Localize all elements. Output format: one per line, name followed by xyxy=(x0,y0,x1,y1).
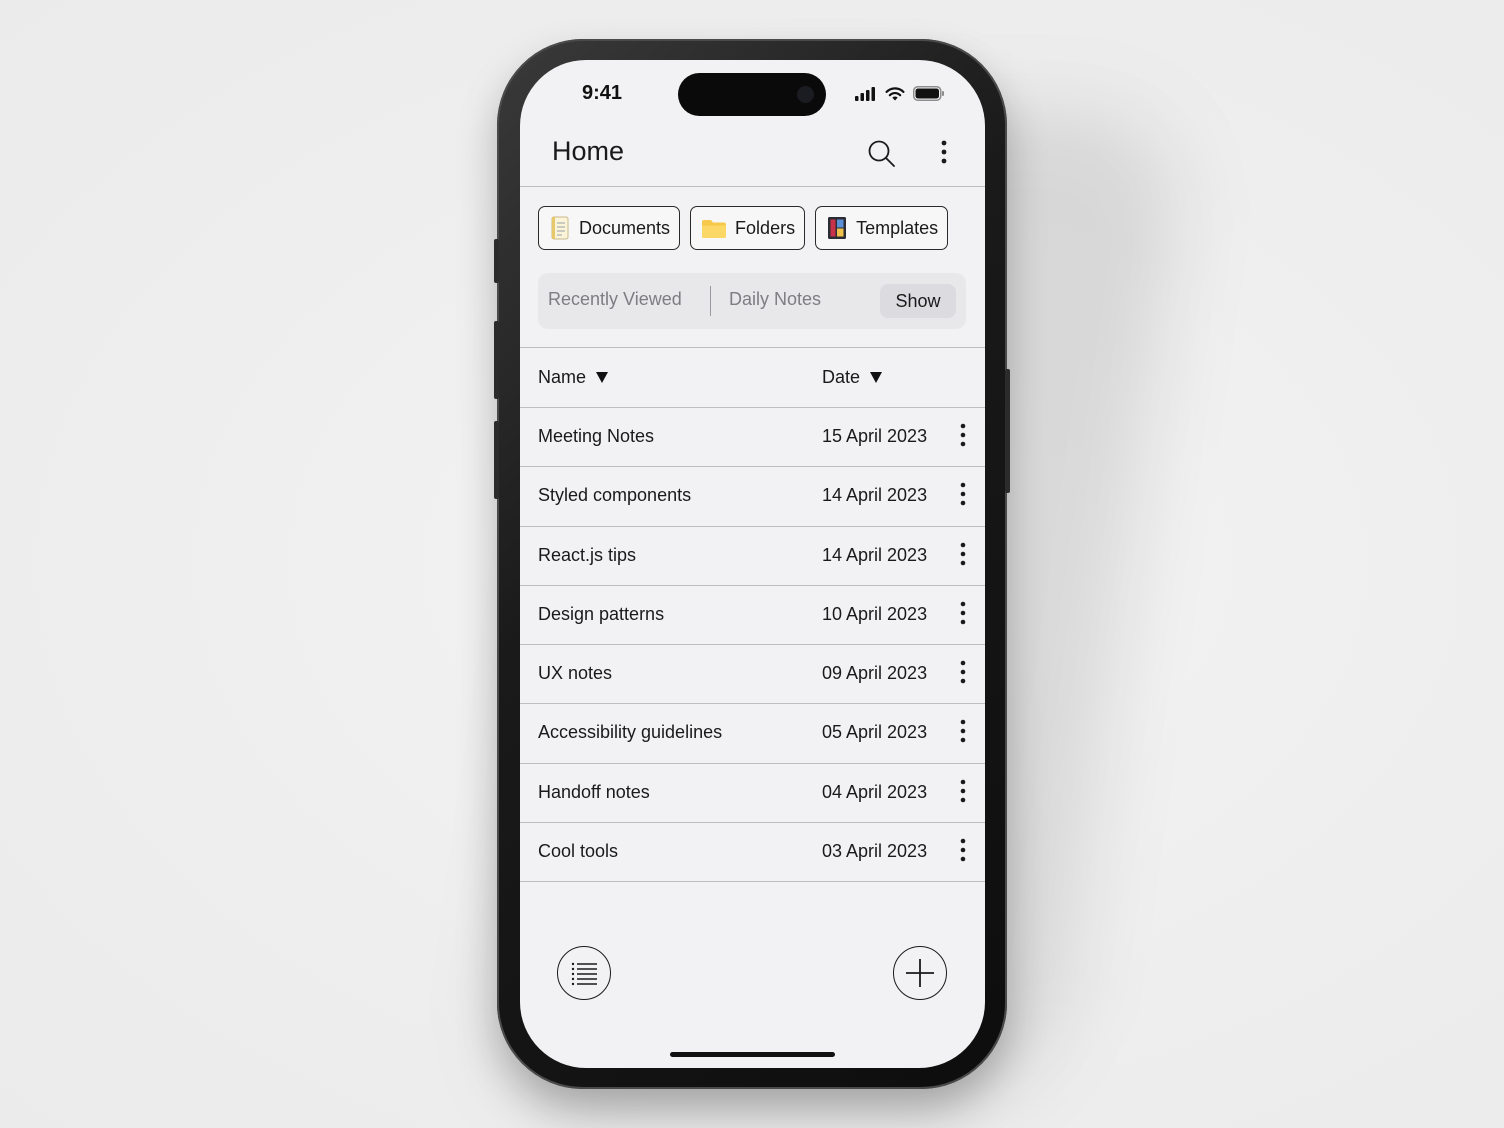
chip-folders[interactable]: Folders xyxy=(690,206,806,250)
more-vertical-icon xyxy=(960,660,966,684)
row-date: 14 April 2023 xyxy=(822,544,928,565)
column-name-sort[interactable]: Name xyxy=(538,367,609,388)
row-more-button[interactable] xyxy=(956,422,970,452)
status-bar: 9:41 xyxy=(520,60,985,130)
more-vertical-icon xyxy=(960,423,966,447)
status-time: 9:41 xyxy=(582,82,623,104)
table-row[interactable]: Design patterns 10 April 2023 xyxy=(520,586,985,646)
row-name: Styled components xyxy=(538,485,692,506)
phone-screen: 9:41 Home Documents Folders Templates Re… xyxy=(520,60,985,1068)
status-icons xyxy=(855,86,945,101)
tab-recently-viewed[interactable]: Recently Viewed xyxy=(548,289,682,310)
volume-up-button xyxy=(494,321,499,399)
row-more-button[interactable] xyxy=(956,481,970,511)
plus-icon xyxy=(906,959,934,987)
more-vertical-icon xyxy=(960,542,966,565)
row-name: Cool tools xyxy=(538,841,619,862)
battery-icon xyxy=(913,86,944,101)
add-document-button[interactable] xyxy=(893,946,947,1000)
sort-down-icon xyxy=(596,372,609,383)
row-name: React.js tips xyxy=(538,544,637,565)
chip-templates-label: Templates xyxy=(856,217,939,238)
more-vertical-icon xyxy=(960,601,966,625)
table-row[interactable]: Cool tools 03 April 2023 xyxy=(520,823,985,883)
row-more-button[interactable] xyxy=(956,718,970,748)
document-icon xyxy=(551,216,569,240)
dynamic-island xyxy=(678,73,826,116)
page-title: Home xyxy=(552,136,625,166)
list-view-button[interactable] xyxy=(557,946,611,1000)
search-button[interactable] xyxy=(866,138,898,170)
background: 9:41 Home Documents Folders Templates Re… xyxy=(0,0,1504,1128)
column-date-sort[interactable]: Date xyxy=(822,367,883,388)
row-name: Handoff notes xyxy=(538,781,650,802)
tab-daily-notes[interactable]: Daily Notes xyxy=(729,289,821,310)
table-row[interactable]: Accessibility guidelines 05 April 2023 xyxy=(520,704,985,764)
row-more-button[interactable] xyxy=(956,541,970,571)
segment-divider xyxy=(710,286,711,316)
more-vertical-icon xyxy=(941,140,947,164)
chip-folders-label: Folders xyxy=(735,217,796,238)
table-row[interactable]: Handoff notes 04 April 2023 xyxy=(520,764,985,824)
folder-icon xyxy=(702,220,727,238)
signal-icon xyxy=(855,86,875,101)
app-header: Home xyxy=(520,130,985,187)
row-more-button[interactable] xyxy=(956,600,970,630)
row-more-button[interactable] xyxy=(956,837,970,867)
sort-down-icon xyxy=(870,372,883,383)
column-date-label: Date xyxy=(822,367,861,387)
filter-segment: Recently Viewed Daily Notes Show xyxy=(538,273,966,329)
home-indicator xyxy=(670,1052,835,1057)
chip-documents-label: Documents xyxy=(579,217,671,238)
documents-table: Name Date Meeting Notes 15 April 2023 Styl… xyxy=(520,347,985,883)
row-date: 04 April 2023 xyxy=(822,781,928,802)
row-date: 09 April 2023 xyxy=(822,663,928,684)
row-date: 15 April 2023 xyxy=(822,426,928,446)
chip-documents[interactable]: Documents xyxy=(538,206,681,250)
front-camera xyxy=(797,86,814,103)
row-date: 05 April 2023 xyxy=(822,722,928,743)
wifi-icon xyxy=(885,86,905,100)
row-name: Meeting Notes xyxy=(538,426,655,446)
search-icon xyxy=(868,140,895,167)
table-header: Name Date xyxy=(520,347,985,408)
more-vertical-icon xyxy=(960,482,966,506)
more-vertical-icon xyxy=(960,779,966,803)
row-name: Accessibility guidelines xyxy=(538,722,723,743)
table-row[interactable]: Meeting Notes 15 April 2023 xyxy=(520,408,985,468)
table-row[interactable]: React.js tips 14 April 2023 xyxy=(520,527,985,586)
show-button[interactable]: Show xyxy=(880,284,956,318)
column-name-label: Name xyxy=(538,367,587,387)
power-button xyxy=(1005,369,1010,493)
row-date: 10 April 2023 xyxy=(822,603,928,624)
row-more-button[interactable] xyxy=(956,778,970,808)
table-body: Meeting Notes 15 April 2023 Styled compone… xyxy=(520,408,985,883)
row-name: Design patterns xyxy=(538,603,665,624)
more-vertical-icon xyxy=(960,720,966,743)
list-icon xyxy=(571,962,597,986)
more-options-button[interactable] xyxy=(932,138,956,170)
category-chips: Documents Folders Templates xyxy=(538,206,949,250)
chip-templates[interactable]: Templates xyxy=(815,206,949,250)
table-row[interactable]: Styled components 14 April 2023 xyxy=(520,467,985,527)
action-button xyxy=(494,239,499,283)
table-row[interactable]: UX notes 09 April 2023 xyxy=(520,645,985,705)
volume-down-button xyxy=(494,421,499,499)
more-vertical-icon xyxy=(960,838,966,862)
row-name: UX notes xyxy=(538,663,613,684)
row-date: 14 April 2023 xyxy=(822,485,928,506)
row-more-button[interactable] xyxy=(956,659,970,689)
templates-icon xyxy=(828,217,847,239)
row-date: 03 April 2023 xyxy=(822,841,928,862)
